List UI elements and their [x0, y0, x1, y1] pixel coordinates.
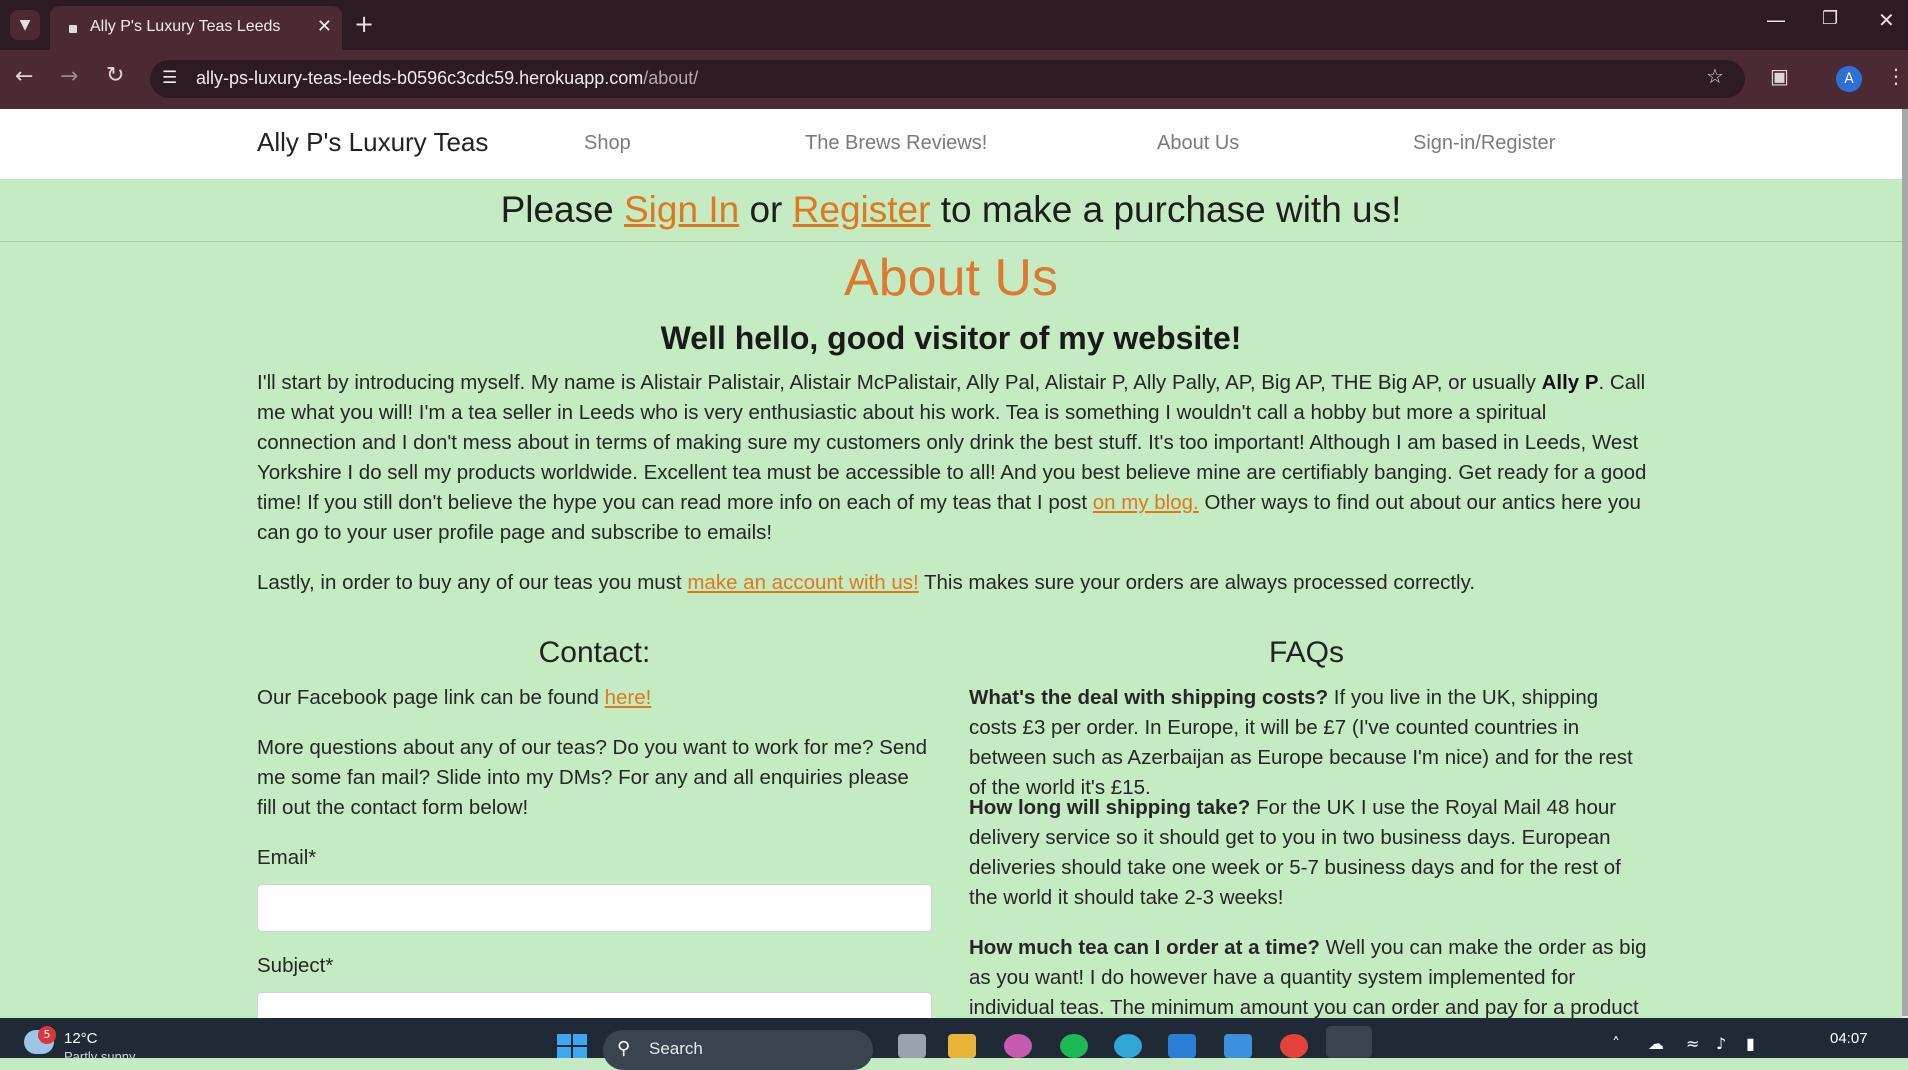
battery-icon[interactable]: ▮ — [1746, 1034, 1755, 1053]
task-view-icon[interactable] — [898, 1034, 926, 1058]
search-icon: ⚲ — [617, 1038, 631, 1059]
lastly-text-1: Lastly, in order to buy any of our teas … — [257, 571, 688, 594]
faq-question: What's the deal with shipping costs? — [969, 686, 1329, 709]
subject-label: Subject* — [257, 954, 334, 977]
browser-tab-active[interactable]: Ally P's Luxury Teas Leeds ✕ — [50, 6, 342, 50]
facebook-text: Our Facebook page link can be found — [257, 686, 605, 709]
faqs-heading: FAQs — [1268, 636, 1344, 669]
volume-icon[interactable]: ♪ — [1716, 1034, 1726, 1053]
purchase-banner: Please Sign In or Register to make a pur… — [0, 179, 1902, 242]
site-info-icon[interactable]: ☰ — [162, 68, 177, 88]
favicon-icon — [69, 25, 77, 33]
site-brand[interactable]: Ally P's Luxury Teas — [257, 127, 488, 158]
faq-item: How long will shipping take? For the UK … — [969, 793, 1647, 913]
make-account-link[interactable]: make an account with us! — [687, 571, 918, 594]
nav-link-sign-in-register[interactable]: Sign-in/Register — [1413, 132, 1555, 155]
banner-text: Please Sign In or Register to make a pur… — [0, 179, 1902, 231]
search-label: Search — [649, 1039, 703, 1058]
banner-sign-in-link[interactable]: Sign In — [624, 189, 739, 230]
weather-badge: 5 — [38, 1026, 56, 1044]
url-path: /about/ — [643, 68, 699, 88]
back-icon[interactable]: ← — [15, 64, 33, 89]
tray-chevron-icon[interactable]: ˄ — [1612, 1034, 1620, 1053]
banner-suffix: to make a purchase with us! — [930, 189, 1402, 230]
weather-temperature[interactable]: 12°C — [64, 1030, 98, 1047]
wifi-icon[interactable]: ≈ — [1686, 1034, 1699, 1053]
intro-text-1: I'll start by introducing myself. My nam… — [257, 371, 1542, 394]
file-explorer-icon[interactable] — [948, 1034, 976, 1058]
bookmark-star-icon[interactable]: ☆ — [1706, 64, 1724, 88]
blog-link[interactable]: on my blog. — [1093, 491, 1199, 514]
taskbar-search[interactable]: ⚲ Search — [603, 1030, 873, 1070]
new-tab-icon[interactable]: + — [354, 10, 374, 38]
faq-question: How long will shipping take? — [969, 796, 1251, 819]
notepad-icon[interactable] — [1224, 1034, 1252, 1058]
restore-icon[interactable]: ❐ — [1822, 8, 1838, 29]
spotify-icon[interactable] — [1060, 1034, 1088, 1058]
email-label: Email* — [257, 846, 317, 869]
contact-questions-text: More questions about any of our teas? Do… — [257, 736, 928, 819]
faq-item: How much tea can I order at a time? Well… — [969, 933, 1647, 1018]
greeting-heading: Well hello, good visitor of my website! — [660, 320, 1242, 356]
url-text[interactable]: ally-ps-luxury-teas-leeds-b0596c3cdc59.h… — [196, 68, 698, 89]
reload-icon[interactable]: ↻ — [106, 63, 124, 88]
chrome-icon[interactable] — [1280, 1034, 1308, 1058]
banner-prefix: Please — [500, 189, 624, 230]
page-scrollbar-thumb[interactable] — [1902, 109, 1908, 1016]
tab-title: Ally P's Luxury Teas Leeds — [90, 18, 281, 35]
lastly-paragraph: Lastly, in order to buy any of our teas … — [257, 568, 1650, 598]
weather-description: Partly sunny — [64, 1049, 136, 1058]
forward-icon[interactable]: → — [60, 64, 78, 89]
email-input[interactable] — [257, 884, 932, 932]
subject-input[interactable] — [257, 992, 932, 1019]
minimize-icon[interactable]: — — [1766, 8, 1786, 32]
intro-paragraph: I'll start by introducing myself. My nam… — [257, 368, 1650, 548]
page-title: About Us — [844, 249, 1058, 307]
start-windows-icon[interactable] — [557, 1034, 587, 1058]
menu-kebab-icon[interactable]: ⋮ — [1886, 64, 1906, 88]
window-close-icon[interactable]: ✕ — [1878, 8, 1895, 32]
banner-register-link[interactable]: Register — [793, 189, 931, 230]
facebook-link[interactable]: here! — [605, 686, 652, 709]
url-host: ally-ps-luxury-teas-leeds-b0596c3cdc59.h… — [196, 68, 644, 88]
edge-icon[interactable] — [1114, 1034, 1142, 1058]
faq-question: How much tea can I order at a time? — [969, 936, 1320, 959]
extensions-icon[interactable]: ▣ — [1770, 64, 1789, 88]
active-app-icon[interactable] — [1326, 1026, 1372, 1058]
clock-time[interactable]: 04:07 — [1830, 1030, 1868, 1047]
profile-avatar[interactable]: A — [1836, 66, 1862, 92]
tab-search-chevron-icon[interactable]: ▼ — [10, 10, 40, 40]
vscode-icon[interactable] — [1168, 1034, 1196, 1058]
tab-close-icon[interactable]: ✕ — [317, 16, 332, 37]
nav-link-shop[interactable]: Shop — [584, 132, 631, 155]
nav-link-brews-reviews[interactable]: The Brews Reviews! — [805, 132, 987, 155]
faq-item: What's the deal with shipping costs? If … — [969, 683, 1647, 803]
nav-link-about-us[interactable]: About Us — [1157, 132, 1239, 155]
lastly-text-2: This makes sure your orders are always p… — [918, 571, 1476, 594]
facebook-line: Our Facebook page link can be found here… — [257, 683, 932, 713]
contact-heading: Contact: — [538, 636, 651, 669]
slack-icon[interactable] — [1004, 1034, 1032, 1058]
intro-bold-name: Ally P — [1541, 371, 1599, 394]
banner-or: or — [739, 189, 793, 230]
onedrive-icon[interactable]: ☁ — [1648, 1034, 1664, 1053]
